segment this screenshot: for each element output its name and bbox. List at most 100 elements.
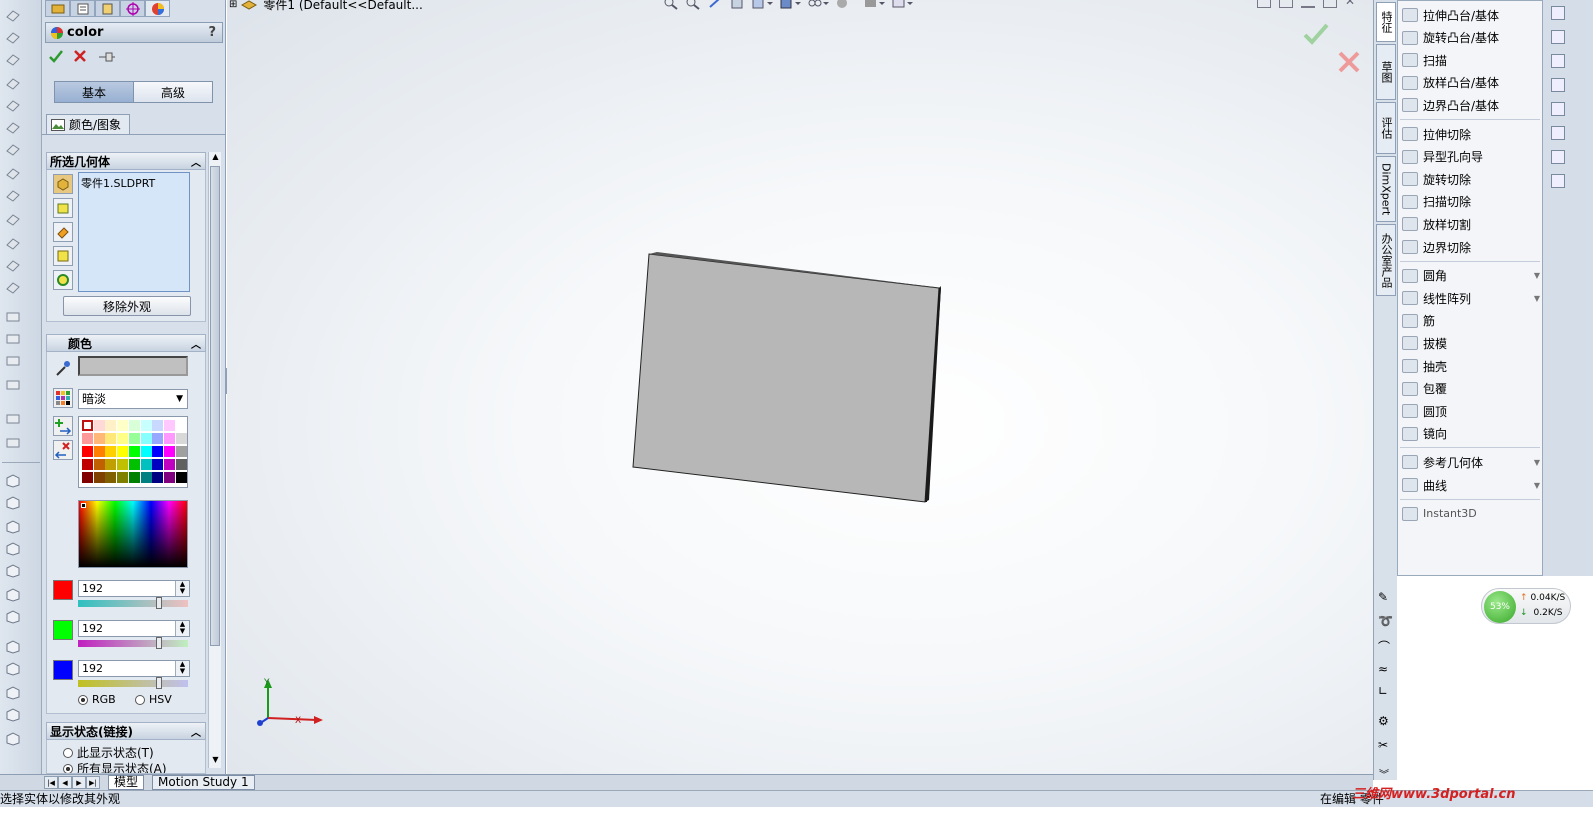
curve-icon[interactable] <box>3 330 23 348</box>
collapse-icon[interactable]: ︿ <box>191 154 201 169</box>
selection-list[interactable]: 零件1.SLDPRT <box>78 172 190 292</box>
view-iso-icon[interactable] <box>3 608 23 626</box>
command-6[interactable]: 异型孔向导 <box>1402 147 1540 167</box>
spectrum-cursor[interactable] <box>81 503 86 508</box>
this-display-state-radio[interactable]: 此显示状态(T) <box>63 744 154 761</box>
sketch-rect-icon[interactable] <box>3 706 23 724</box>
blue-input[interactable]: 192 ▲ ▼ <box>78 660 190 677</box>
color-swatch[interactable] <box>152 446 164 457</box>
dimxpert-tab[interactable] <box>120 0 145 17</box>
color-swatch[interactable] <box>128 472 140 483</box>
chevron-down-icon[interactable]: ▼ <box>1534 271 1540 280</box>
color-swatch[interactable] <box>140 433 152 444</box>
command-3[interactable]: 放样凸台/基体 <box>1402 73 1540 93</box>
command-5[interactable]: 拉伸切除 <box>1402 124 1540 144</box>
command-17[interactable]: 圆顶 <box>1402 401 1540 421</box>
confirm-corner-cancel-icon[interactable] <box>1337 50 1361 74</box>
tab-evaluate[interactable]: 评估 <box>1376 102 1396 154</box>
sketch-arc-icon[interactable] <box>3 660 23 678</box>
color-swatch[interactable] <box>175 433 187 444</box>
color-swatch[interactable] <box>93 433 105 444</box>
surface-filter-icon[interactable] <box>53 270 73 290</box>
color-header[interactable]: 颜色 ︿ <box>46 334 206 352</box>
boundary-icon[interactable] <box>3 96 23 114</box>
color-swatch[interactable] <box>93 472 105 483</box>
color-swatch[interactable] <box>175 420 187 431</box>
color-swatch[interactable] <box>82 446 93 457</box>
ink-corner-icon[interactable]: ∟ <box>1378 684 1394 698</box>
custom-properties-icon[interactable] <box>1551 174 1565 188</box>
command-7[interactable]: 旋转切除 <box>1402 169 1540 189</box>
more-chevron-icon[interactable]: ︾ <box>1379 766 1393 781</box>
chevron-down-icon[interactable]: ▼ <box>1534 458 1540 467</box>
color-swatch[interactable] <box>117 420 129 431</box>
cancel-icon[interactable] <box>72 48 88 64</box>
last-tab-icon[interactable]: ▶| <box>86 776 100 789</box>
pm-scrollbar[interactable]: ▲ ▼ <box>208 152 221 768</box>
color-swatch[interactable] <box>163 446 175 457</box>
view-bottom-icon[interactable] <box>3 586 23 604</box>
apply-scene-icon[interactable] <box>863 0 885 10</box>
minimize-icon[interactable] <box>1301 0 1315 8</box>
fillet-icon[interactable] <box>3 164 23 182</box>
sketch-line-icon[interactable] <box>3 638 23 656</box>
color-swatch[interactable] <box>140 472 152 483</box>
add-swatch-icon[interactable] <box>53 416 73 436</box>
selection-item[interactable]: 零件1.SLDPRT <box>81 175 187 191</box>
revolve-icon[interactable] <box>3 28 23 46</box>
red-stepper[interactable]: ▲ ▼ <box>175 581 189 596</box>
command-2[interactable]: 扫描 <box>1402 50 1540 70</box>
color-swatch[interactable] <box>175 472 187 483</box>
rib-icon[interactable] <box>3 256 23 274</box>
loft-icon[interactable] <box>3 74 23 92</box>
collapse-icon[interactable]: ︿ <box>191 724 201 739</box>
color-swatch[interactable] <box>140 446 152 457</box>
design-library-icon[interactable] <box>1551 54 1565 68</box>
appearance-tab[interactable] <box>145 0 170 17</box>
command-0[interactable]: 拉伸凸台/基体 <box>1402 5 1540 25</box>
hsv-radio[interactable]: HSV <box>135 693 172 706</box>
ref-plane-icon[interactable] <box>3 376 23 394</box>
first-tab-icon[interactable]: |◀ <box>44 776 58 789</box>
color-swatch[interactable] <box>175 446 187 457</box>
display-style-icon[interactable] <box>779 0 801 10</box>
color-swatch[interactable] <box>163 420 175 431</box>
color-swatch[interactable] <box>105 433 117 444</box>
green-slider-thumb[interactable] <box>156 637 163 649</box>
advanced-tab[interactable]: 高级 <box>133 81 213 103</box>
body-filter-icon[interactable] <box>53 198 73 218</box>
face-filter-icon[interactable] <box>53 222 73 242</box>
view-left-icon[interactable] <box>3 518 23 536</box>
color-swatch[interactable] <box>105 472 117 483</box>
pattern-icon[interactable] <box>3 186 23 204</box>
command-13[interactable]: 筋 <box>1402 311 1540 331</box>
next-tab-icon[interactable]: ▶ <box>72 776 86 789</box>
color-swatch[interactable] <box>93 446 105 457</box>
confirm-corner-ok-icon[interactable] <box>1302 20 1330 48</box>
tab-motion-study[interactable]: Motion Study 1 <box>152 775 255 790</box>
swatch-grid[interactable] <box>78 416 188 488</box>
shell-icon[interactable] <box>3 234 23 252</box>
appearances-icon[interactable] <box>1551 150 1565 164</box>
command-15[interactable]: 抽壳 <box>1402 356 1540 376</box>
tab-model[interactable]: 模型 <box>108 775 145 790</box>
instant3d-icon[interactable] <box>3 352 23 370</box>
green-stepper[interactable]: ▲ ▼ <box>175 621 189 636</box>
red-slider-thumb[interactable] <box>156 597 163 609</box>
color-swatch[interactable] <box>140 420 152 431</box>
red-input[interactable]: 192 ▲ ▼ <box>78 580 190 597</box>
green-slider[interactable] <box>78 637 188 649</box>
featuremanager-tab[interactable] <box>45 0 70 17</box>
home-icon[interactable] <box>1551 6 1565 20</box>
edit-appearance-icon[interactable] <box>835 0 857 10</box>
blue-slider[interactable] <box>78 677 188 689</box>
color-swatch[interactable] <box>163 472 175 483</box>
color-swatch[interactable] <box>163 433 175 444</box>
ink-shape-icon[interactable]: ✂ <box>1378 738 1394 752</box>
view-front-icon[interactable] <box>3 472 23 490</box>
view-settings-icon[interactable] <box>891 0 913 10</box>
color-spectrum[interactable] <box>78 500 188 568</box>
sketch-dim-icon[interactable] <box>3 684 23 702</box>
close-icon[interactable]: ✕ <box>1345 0 1359 8</box>
color-swatch[interactable] <box>82 433 93 444</box>
